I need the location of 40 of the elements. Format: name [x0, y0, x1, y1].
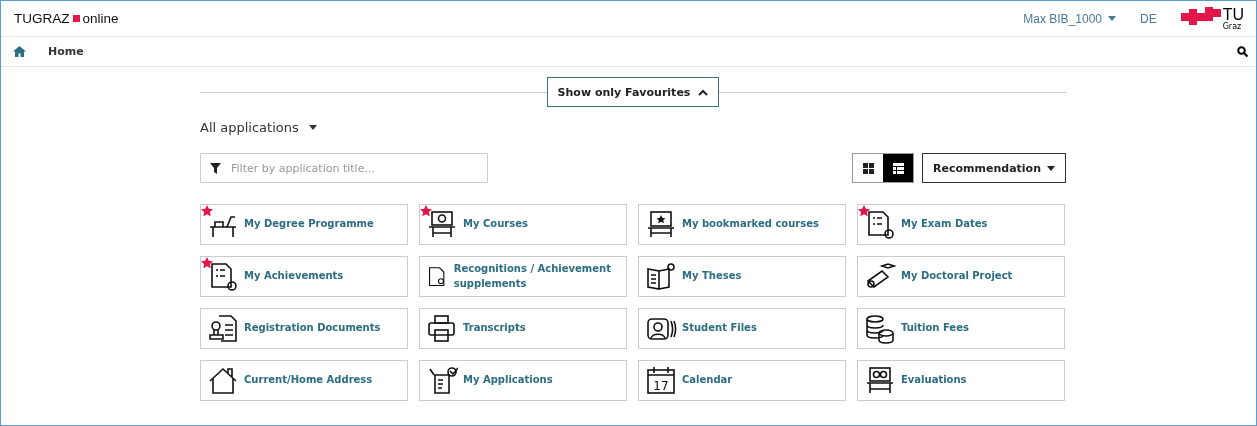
app-tile[interactable]: My Exam Dates: [857, 204, 1065, 245]
app-tile[interactable]: My Theses: [638, 256, 846, 297]
brand-logo[interactable]: TUGRAZ online: [14, 11, 119, 26]
app-tile[interactable]: 17 Calendar: [638, 360, 846, 401]
home-icon[interactable]: [13, 46, 26, 57]
app-tile[interactable]: Registration Documents: [200, 308, 408, 349]
app-tile[interactable]: My Courses: [419, 204, 627, 245]
printer-icon: [426, 312, 458, 345]
filter-icon: [210, 163, 221, 174]
app-tile[interactable]: Current/Home Address: [200, 360, 408, 401]
search-icon[interactable]: [1237, 46, 1248, 57]
section-title-text: All applications: [200, 120, 299, 135]
user-menu[interactable]: Max BIB_1000: [1023, 11, 1116, 26]
app-tile[interactable]: Transcripts: [419, 308, 627, 349]
app-tile[interactable]: My Achievements: [200, 256, 408, 297]
university-logo[interactable]: TU Graz: [1180, 6, 1244, 31]
app-tile[interactable]: My Doctoral Project: [857, 256, 1065, 297]
app-tile[interactable]: My Applications: [419, 360, 627, 401]
book-icon: [645, 260, 677, 293]
caret-icon: [1047, 165, 1055, 171]
app-tile[interactable]: My bookmarked courses: [638, 204, 846, 245]
favourites-toggle[interactable]: Show only Favourites: [546, 77, 720, 107]
caret-icon: [1108, 16, 1116, 21]
stamp-icon: [207, 312, 239, 345]
grid-icon: [862, 162, 874, 174]
filter-field[interactable]: Filter by application title...: [200, 153, 488, 183]
app-tile[interactable]: Student Files: [638, 308, 846, 349]
chevron-icon: [698, 88, 709, 96]
home-link[interactable]: Home: [48, 45, 84, 58]
list-view-button[interactable]: [883, 154, 914, 182]
caret-icon: [308, 125, 317, 130]
app-tile[interactable]: Recognitions / Achievement supplements: [419, 256, 627, 297]
app-tile[interactable]: Evaluations: [857, 360, 1065, 401]
coins-icon: [864, 312, 896, 345]
list-icon: [892, 162, 904, 174]
language-link[interactable]: DE: [1140, 11, 1157, 26]
sort-dropdown[interactable]: Recommendation: [922, 153, 1066, 183]
app-tile[interactable]: Tuition Fees: [857, 308, 1065, 349]
section-title[interactable]: All applications: [200, 120, 1066, 135]
app-tile[interactable]: My Degree Programme: [200, 204, 408, 245]
